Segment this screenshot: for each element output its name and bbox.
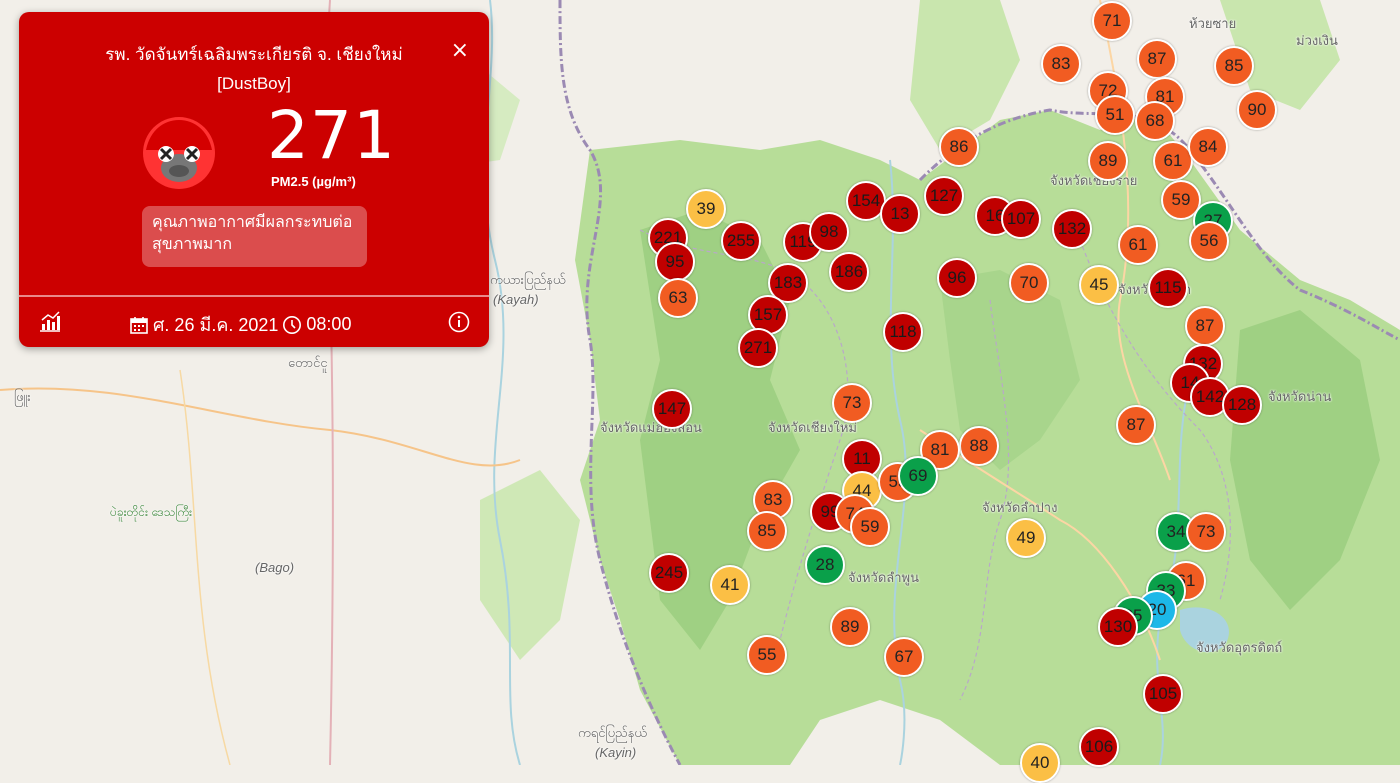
aqi-marker[interactable]: 105 — [1143, 674, 1183, 714]
map-label-kayin-en: (Kayin) — [595, 745, 637, 760]
aqi-marker[interactable]: 67 — [884, 637, 924, 677]
aqi-marker[interactable]: 90 — [1237, 90, 1277, 130]
aqi-marker[interactable]: 87 — [1185, 306, 1225, 346]
close-icon[interactable]: × — [451, 40, 469, 62]
aqi-marker[interactable]: 89 — [1088, 141, 1128, 181]
aqi-marker[interactable]: 186 — [829, 252, 869, 292]
aqi-marker[interactable]: 107 — [1001, 199, 1041, 239]
map-label-muang-houn: ม่วงเงิน — [1296, 33, 1338, 48]
aqi-marker[interactable]: 61 — [1118, 225, 1158, 265]
aqi-marker[interactable]: 85 — [747, 511, 787, 551]
map-label-uttaradit: จังหวัดอุตรดิตถ์ — [1196, 640, 1283, 655]
date-text: ศ. 26 มี.ค. 2021 — [153, 315, 279, 335]
aqi-marker[interactable]: 41 — [710, 565, 750, 605]
aqi-marker[interactable]: 98 — [809, 212, 849, 252]
aqi-marker[interactable]: 56 — [1189, 221, 1229, 261]
map-label-huai-sai: ห้วยซาย — [1189, 16, 1237, 31]
aqi-marker[interactable]: 83 — [1041, 44, 1081, 84]
aqi-marker[interactable]: 45 — [1079, 265, 1119, 305]
chart-icon[interactable] — [39, 310, 61, 332]
aqi-marker[interactable]: 132 — [1052, 209, 1092, 249]
station-name: รพ. วัดจันทร์เฉลิมพระเกียรติ จ. เชียงใหม… — [105, 45, 403, 64]
map-label-kayin: ကရင်ပြည်နယ် — [578, 725, 647, 740]
aqi-marker[interactable]: 73 — [832, 383, 872, 423]
aqi-marker[interactable]: 87 — [1116, 405, 1156, 445]
dustboy-face-icon — [143, 117, 215, 189]
aqi-marker[interactable]: 71 — [1092, 1, 1132, 41]
map-label-nan: จังหวัดน่าน — [1268, 389, 1332, 404]
map-label-pyu: ဖြူး — [14, 389, 31, 404]
map-label-kayah: ကယားပြည်နယ် — [490, 272, 566, 287]
calendar-icon — [130, 316, 148, 334]
aqi-marker[interactable]: 70 — [1009, 263, 1049, 303]
aqi-marker[interactable]: 39 — [686, 189, 726, 229]
aqi-marker[interactable]: 130 — [1098, 607, 1138, 647]
pm25-unit: PM2.5 (µg/m³) — [271, 174, 356, 189]
aqi-marker[interactable]: 28 — [805, 545, 845, 585]
aqi-marker[interactable]: 95 — [655, 242, 695, 282]
aqi-marker[interactable]: 55 — [747, 635, 787, 675]
aqi-marker[interactable]: 85 — [1214, 46, 1254, 86]
info-icon[interactable] — [448, 311, 470, 333]
aqi-marker[interactable]: 271 — [738, 328, 778, 368]
aqi-marker[interactable]: 88 — [959, 426, 999, 466]
aqi-marker[interactable]: 59 — [850, 507, 890, 547]
aqi-marker[interactable]: 68 — [1135, 101, 1175, 141]
aqi-marker[interactable]: 127 — [924, 176, 964, 216]
aqi-marker[interactable]: 61 — [1153, 141, 1193, 181]
aqi-marker[interactable]: 63 — [658, 278, 698, 318]
aqi-marker[interactable]: 115 — [1148, 268, 1188, 308]
map-label-kayah-en: (Kayah) — [493, 292, 539, 307]
timestamp: ศ. 26 มี.ค. 2021 08:00 — [129, 310, 355, 339]
aqi-marker[interactable]: 118 — [883, 312, 923, 352]
aqi-marker[interactable]: 13 — [880, 194, 920, 234]
time-text: 08:00 — [306, 314, 352, 334]
station-source: [DustBoy] — [217, 74, 291, 93]
map-label-bago-region: ပဲခူးတိုင်း ဒေသကြီး — [110, 505, 193, 519]
map-label-lampang: จังหวัดลำปาง — [982, 500, 1058, 515]
aqi-marker[interactable]: 89 — [830, 607, 870, 647]
aqi-marker[interactable]: 87 — [1137, 39, 1177, 79]
station-title: รพ. วัดจันทร์เฉลิมพระเกียรติ จ. เชียงใหม… — [59, 40, 449, 98]
aqi-marker[interactable]: 106 — [1079, 727, 1119, 767]
air-quality-level: คุณภาพอากาศมีผลกระทบต่อสุขภาพมาก — [142, 206, 367, 267]
aqi-marker[interactable]: 245 — [649, 553, 689, 593]
clock-icon — [283, 315, 302, 334]
aqi-marker[interactable]: 73 — [1186, 512, 1226, 552]
aqi-marker[interactable]: 51 — [1095, 95, 1135, 135]
aqi-marker[interactable]: 49 — [1006, 518, 1046, 558]
map-label-lamphun: จังหวัดลำพูน — [848, 570, 919, 585]
divider — [19, 295, 489, 297]
map-label-bago-en: (Bago) — [255, 560, 295, 575]
station-popup: รพ. วัดจันทร์เฉลิมพระเกียรติ จ. เชียงใหม… — [19, 12, 489, 347]
aqi-marker[interactable]: 128 — [1222, 385, 1262, 425]
aqi-marker[interactable]: 96 — [937, 258, 977, 298]
aqi-marker[interactable]: 69 — [898, 456, 938, 496]
aqi-marker[interactable]: 147 — [652, 389, 692, 429]
aqi-marker[interactable]: 86 — [939, 127, 979, 167]
aqi-marker[interactable]: 40 — [1020, 743, 1060, 783]
map-label-taungoo: တောင်ငူ — [288, 355, 328, 370]
pm25-value: 271 — [267, 97, 396, 174]
aqi-marker[interactable]: 84 — [1188, 127, 1228, 167]
aqi-marker[interactable]: 255 — [721, 221, 761, 261]
